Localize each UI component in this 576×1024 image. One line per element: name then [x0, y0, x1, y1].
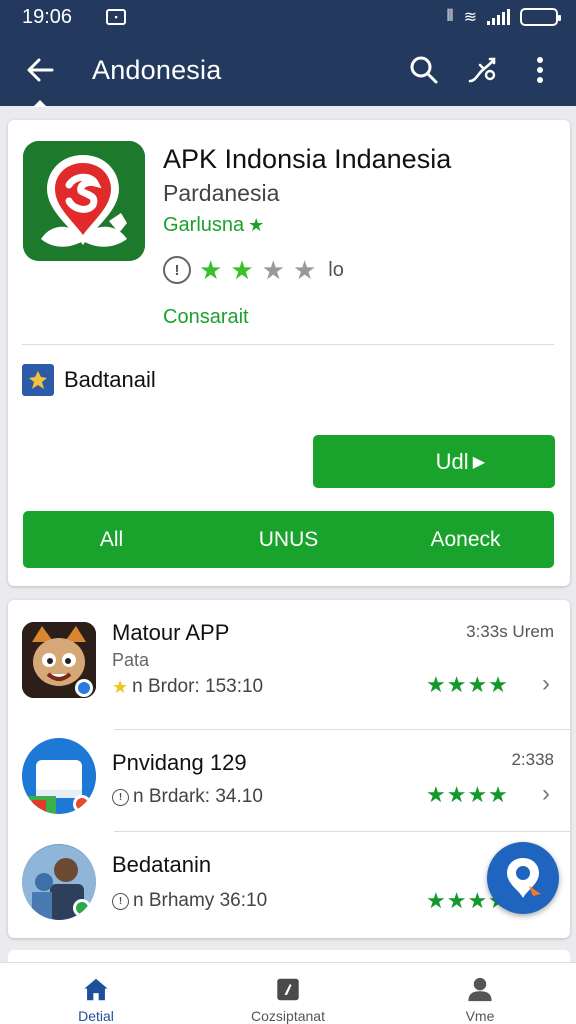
list-item-meta: ! n Brhamy 36:10 [112, 890, 267, 912]
home-icon [84, 978, 108, 1001]
list-item-meta-text: n Brhamy 36:10 [133, 890, 268, 911]
signal-icon [487, 9, 510, 25]
list-item-meta: ! n Brdark: 34.10 [112, 786, 263, 808]
list-item[interactable]: Bedatanin ! n Brhamy 36:10 ★★★★ [8, 832, 570, 938]
app-detail-card: APK Indonsia Indanesia Pardanesia Garlus… [8, 120, 570, 586]
arrow-left-icon [27, 58, 54, 82]
wifi-icon: ≋ [463, 9, 477, 26]
app-developer: Pardanesia [163, 180, 280, 206]
message-app-icon [22, 739, 96, 814]
list-item-title: Matour APP [112, 620, 230, 645]
chevron-right-icon: › [542, 780, 550, 807]
page-title: Andonesia [92, 54, 222, 85]
category-label: Garlusna [163, 214, 245, 236]
location-fab[interactable] [487, 842, 559, 914]
app-logo [23, 141, 145, 261]
badge-icon [22, 364, 54, 396]
vibrate-icon: ⦀ [446, 8, 454, 25]
map-pin-icon [507, 858, 541, 898]
app-thumbnail [22, 738, 96, 814]
info-icon: ! [112, 892, 129, 910]
star-icon: ★ [112, 676, 129, 697]
badge-row[interactable]: Badtanail [22, 364, 156, 396]
action-unus-button[interactable]: UNUS [200, 511, 377, 568]
info-icon: ! [112, 788, 129, 806]
share-icon [468, 57, 496, 83]
star-empty-icon: ★ [261, 255, 285, 285]
list-item-time: 3:33s Urem [466, 622, 554, 641]
list-item-stars: ★★★★ [426, 672, 509, 697]
notification-icon: ▪ [106, 9, 127, 25]
app-category[interactable]: Garlusna ★ [163, 214, 264, 237]
action-all-button[interactable]: All [23, 511, 200, 568]
tab-indicator [33, 100, 47, 107]
search-icon [410, 56, 438, 84]
person-icon [468, 977, 492, 1002]
status-bar: 19:06 ▪ ⦀ ≋ [0, 0, 576, 34]
app-thumbnail [22, 622, 96, 698]
list-item-meta-text: n Brdor: 153:10 [132, 676, 264, 697]
action-bar: All UNUS Aoneck [23, 511, 554, 568]
nav-label: Vme [465, 1008, 495, 1024]
people-photo-icon [22, 845, 96, 920]
character-avatar-icon [22, 622, 96, 698]
back-button[interactable] [0, 34, 80, 106]
map-pin-logo-icon [23, 141, 145, 261]
list-item-title: Bedatanin [112, 852, 212, 877]
bottom-nav: Detial Cozsiptanat Vme [0, 962, 576, 1024]
chevron-right-icon: › [542, 670, 550, 697]
nav-item-vme[interactable]: Vme [384, 963, 576, 1024]
bookmark-icon [277, 978, 299, 1001]
list-item-time: 2:338 [511, 750, 554, 769]
star-icon: ★ [248, 215, 265, 235]
share-button[interactable] [460, 48, 504, 92]
overflow-menu-button[interactable] [518, 48, 562, 92]
list-item[interactable]: Matour APP Pata ★ n Brdor: 153:10 3:33s … [8, 600, 570, 720]
nav-label: Cozsiptanat [251, 1008, 325, 1024]
install-label: Udl [435, 448, 469, 474]
rating-count: lo [328, 258, 344, 281]
related-apps-card: Matour APP Pata ★ n Brdor: 153:10 3:33s … [8, 600, 570, 938]
play-arrow-icon: ▶ [472, 453, 485, 471]
nav-label: Detial [78, 1008, 114, 1024]
status-time: 19:06 [22, 5, 73, 28]
list-item-title: Pnvidang 129 [112, 750, 247, 775]
list-item-meta-text: n Brdark: 34.10 [133, 786, 263, 807]
install-button[interactable]: Udl ▶ [313, 435, 555, 488]
more-vertical-icon [537, 57, 543, 83]
list-item-subtitle: Pata [112, 650, 150, 670]
list-item-stars: ★★★★ [426, 782, 509, 807]
divider [22, 344, 554, 345]
battery-icon [520, 8, 561, 26]
search-button[interactable] [402, 48, 446, 92]
app-thumbnail [22, 844, 96, 920]
rating-row: ! ★ ★ ★ ★ lo [163, 256, 344, 284]
nav-item-detail[interactable]: Detial [0, 963, 192, 1024]
badge-label: Badtanail [64, 367, 156, 392]
star-filled-icon: ★ [199, 255, 223, 285]
app-status: Consarait [163, 306, 249, 328]
app-bar: Andonesia [0, 34, 576, 106]
app-name: APK Indonsia Indanesia [163, 144, 452, 174]
star-filled-icon: ★ [230, 255, 254, 285]
star-empty-icon: ★ [292, 255, 317, 285]
rating-stars: ★ ★ ★ ★ [199, 257, 316, 283]
list-item-meta: ★ n Brdor: 153:10 [112, 676, 263, 698]
action-aoneck-button[interactable]: Aoneck [377, 511, 554, 568]
nav-item-cozsiptanat[interactable]: Cozsiptanat [192, 963, 384, 1024]
info-icon: ! [163, 256, 191, 284]
